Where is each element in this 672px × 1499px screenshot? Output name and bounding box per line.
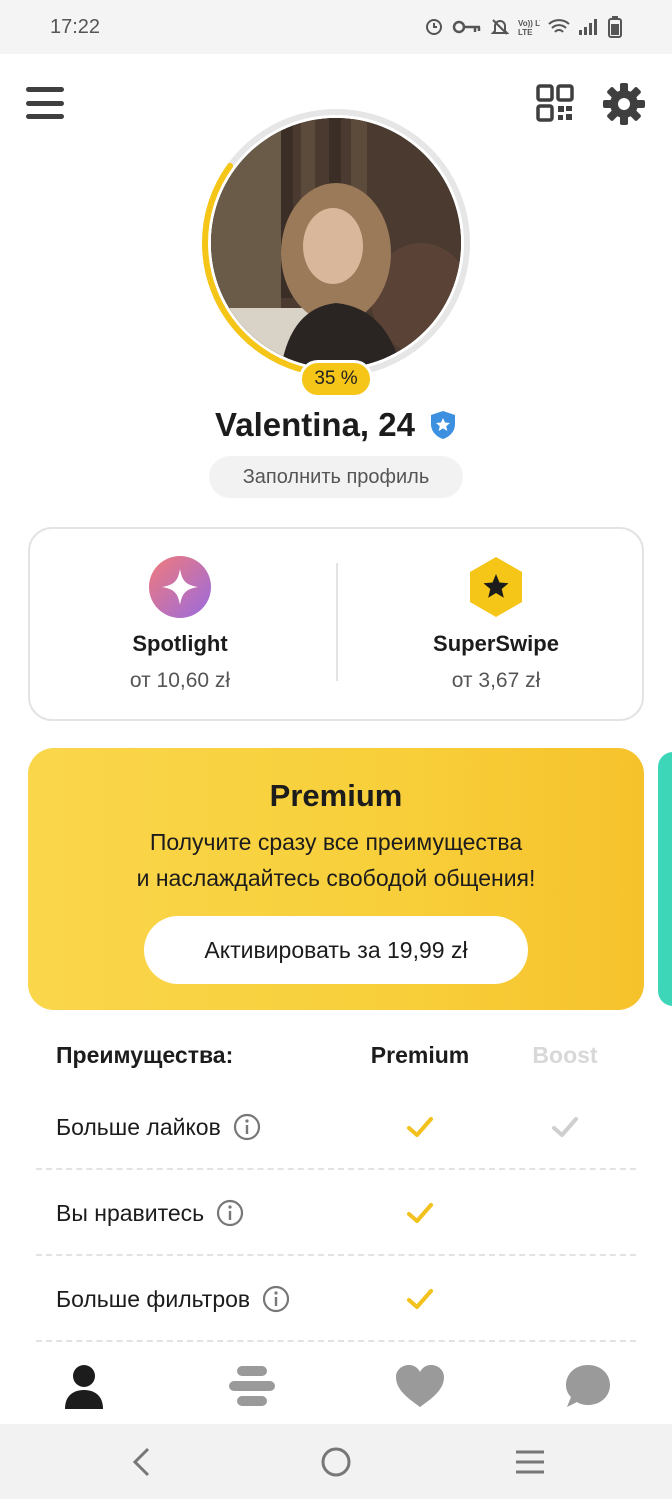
status-bar: 17:22 Vo)) LTELTE: [0, 0, 672, 54]
benefit-label-wrap: Больше фильтров: [56, 1256, 290, 1342]
spotlight-title: Spotlight: [132, 631, 228, 656]
home-icon: [321, 1447, 351, 1477]
nav-swipe[interactable]: [224, 1358, 280, 1414]
back-icon: [132, 1447, 150, 1477]
volte-icon: Vo)) LTELTE: [518, 19, 540, 37]
bottom-nav: [0, 1346, 672, 1424]
profile-name-row: Valentina, 24: [0, 400, 672, 450]
benefits-header-label: Преимущества:: [56, 1042, 234, 1068]
benefit-label: Больше лайков: [56, 1113, 221, 1140]
row-divider: [36, 1340, 636, 1342]
column-boost[interactable]: Boost: [505, 1042, 625, 1069]
menu-icon[interactable]: [26, 84, 64, 122]
wifi-icon: [548, 19, 570, 33]
features-card: Spotlight от 10,60 zł SuperSwipe от 3,67…: [28, 527, 644, 721]
premium-check-icon: [404, 1111, 436, 1143]
benefit-row: Больше лайков: [0, 1084, 672, 1170]
swipe-stack-icon: [229, 1366, 275, 1406]
boost-check-icon: [549, 1111, 581, 1143]
status-icons: Vo)) LTELTE: [424, 16, 622, 38]
column-premium[interactable]: Premium: [360, 1042, 480, 1069]
battery-icon: [608, 16, 622, 38]
superswipe-feature[interactable]: SuperSwipe от 3,67 zł: [346, 529, 646, 719]
spotlight-price: от 10,60 zł: [129, 669, 231, 692]
sparkle-icon: [149, 556, 211, 618]
key-icon: [452, 20, 481, 34]
benefit-label-wrap: Больше лайков: [56, 1084, 261, 1170]
activate-premium-button[interactable]: Активировать за 19,99 zł: [144, 916, 528, 984]
system-home-button[interactable]: [314, 1440, 358, 1484]
spotlight-feature[interactable]: Spotlight от 10,60 zł: [30, 529, 330, 719]
info-icon[interactable]: [216, 1199, 244, 1227]
fill-profile-button[interactable]: Заполнить профиль: [209, 456, 463, 498]
premium-description-line-2: и наслаждайтесь свободой общения!: [136, 865, 536, 891]
benefit-label-wrap: Вы нравитесь: [56, 1170, 244, 1256]
completion-badge: 35 %: [299, 360, 373, 398]
benefit-label: Больше фильтров: [56, 1285, 251, 1312]
benefit-row: Вы нравитесь: [0, 1170, 672, 1256]
info-icon[interactable]: [262, 1285, 290, 1313]
features-divider: [336, 563, 338, 681]
superswipe-title: SuperSwipe: [433, 631, 559, 656]
signal-icon: [579, 19, 597, 35]
premium-title: Premium: [269, 778, 403, 813]
heart-icon: [396, 1365, 444, 1407]
benefits-header: Преимущества: Premium Boost: [0, 1030, 672, 1084]
premium-description: Получите сразу все преимущества и наслаж…: [28, 824, 644, 896]
premium-check-icon: [404, 1283, 436, 1315]
qr-code-icon[interactable]: [536, 84, 574, 122]
premium-card: Premium Получите сразу все преимущества …: [28, 748, 644, 1010]
star-hexagon-icon: [470, 557, 522, 617]
premium-check-icon: [404, 1197, 436, 1229]
svg-text:Vo)) LTE: Vo)) LTE: [518, 19, 540, 28]
profile-avatar[interactable]: [201, 108, 471, 378]
system-back-button[interactable]: [120, 1440, 164, 1484]
status-time: 17:22: [50, 15, 101, 38]
profile-photo: [211, 118, 461, 368]
bell-off-icon: [490, 19, 510, 35]
nav-chat[interactable]: [560, 1358, 616, 1414]
sync-icon: [426, 19, 442, 35]
benefit-label: Вы нравитесь: [56, 1199, 205, 1226]
recents-icon: [516, 1450, 544, 1474]
system-recents-button[interactable]: [508, 1440, 552, 1484]
premium-description-line-1: Получите сразу все преимущества: [149, 829, 523, 855]
info-icon[interactable]: [233, 1113, 261, 1141]
nav-profile[interactable]: [56, 1358, 112, 1414]
system-nav: [0, 1424, 672, 1499]
gear-icon[interactable]: [602, 82, 646, 126]
superswipe-price: от 3,67 zł: [451, 669, 541, 692]
next-plan-card[interactable]: [658, 752, 672, 1006]
svg-text:LTE: LTE: [518, 28, 533, 37]
profile-icon: [65, 1365, 103, 1409]
chat-bubble-icon: [566, 1365, 610, 1407]
profile-name: Valentina, 24: [215, 406, 415, 443]
nav-likes[interactable]: [392, 1358, 448, 1414]
benefit-row: Больше фильтров: [0, 1256, 672, 1342]
verified-shield-icon: [430, 411, 455, 439]
